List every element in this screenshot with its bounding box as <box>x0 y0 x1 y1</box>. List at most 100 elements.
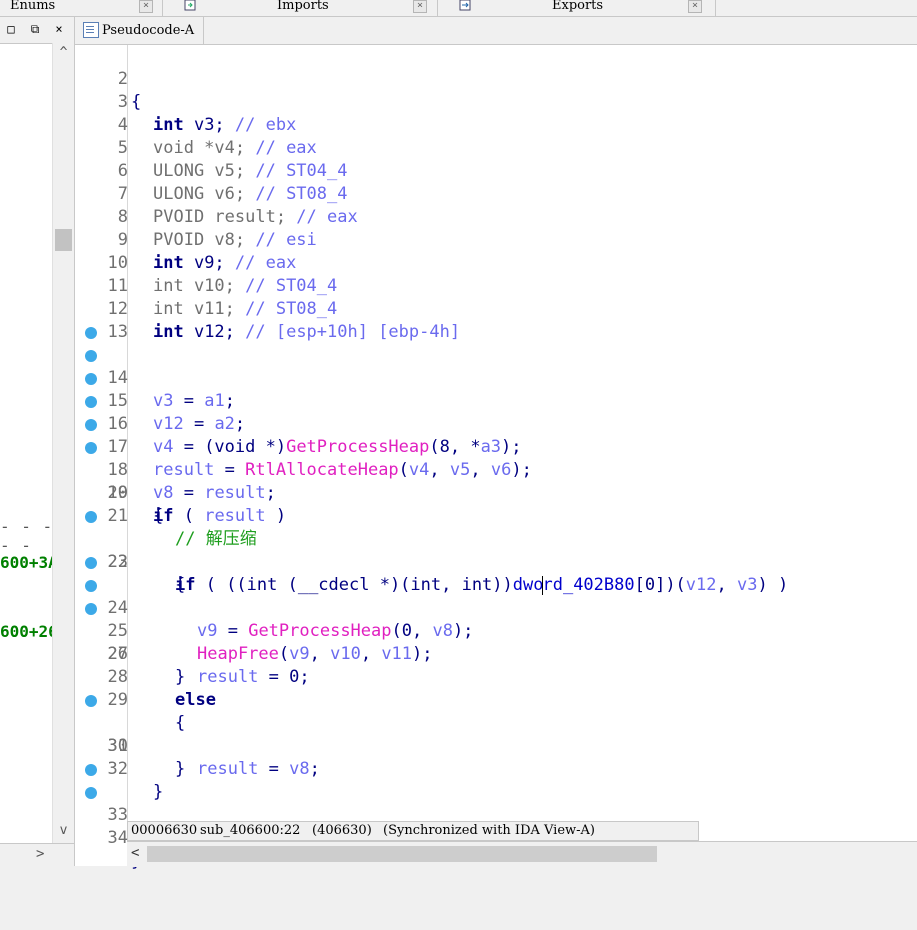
type-keyword: int <box>153 322 184 342</box>
status-location: sub_406600:22 <box>200 823 301 838</box>
breakpoint-marker[interactable] <box>85 442 97 454</box>
code-line[interactable]: 23 { <box>75 528 186 595</box>
code-line[interactable]: 9 int v9; // eax <box>75 206 297 273</box>
code-line[interactable]: 28 else <box>75 643 216 710</box>
code-line[interactable]: 4 void *v4; // eax <box>75 91 317 158</box>
code-text: void *v4; // eax <box>153 137 317 160</box>
breakpoint-marker[interactable] <box>85 695 97 707</box>
variable: v10 <box>330 644 361 664</box>
code-line[interactable]: 16 v4 = (void *)GetProcessHeap(8, *a3); <box>75 367 522 457</box>
punctuation: ; <box>265 483 276 503</box>
code-line[interactable]: 10 int v10; // ST04_4 <box>75 229 338 296</box>
breakpoint-marker[interactable] <box>85 511 97 523</box>
function-call: GetProcessHeap <box>248 621 392 641</box>
close-icon[interactable]: × <box>688 0 702 13</box>
code-line[interactable]: 2 { <box>75 45 142 112</box>
code-text: int v10; // ST04_4 <box>153 275 337 298</box>
restore-icon[interactable]: ⧉ <box>28 22 42 36</box>
declaration: v9; <box>183 253 235 273</box>
breakpoint-marker[interactable] <box>85 787 97 799</box>
code-line[interactable]: 31 } <box>75 712 186 779</box>
breakpoint-marker[interactable] <box>85 327 97 339</box>
status-bar: 00006630 sub_406600:22 (406630) (Synchro… <box>127 821 699 841</box>
code-line[interactable]: 33 return result; <box>75 758 296 848</box>
comment: // 解压缩 <box>175 529 257 549</box>
cast-expression: ( ((int (__cdecl *)(int, int)) <box>195 575 513 595</box>
comment: // ST04_4 <box>255 161 348 181</box>
horizontal-scrollbar[interactable]: < <box>127 841 917 867</box>
code-line[interactable]: 7 PVOID result; // eax <box>75 160 358 227</box>
code-line[interactable]: 34 } <box>75 781 141 871</box>
breakpoint-marker[interactable] <box>85 396 97 408</box>
code-line[interactable]: 24 v9 = GetProcessHeap(0, v8); <box>75 551 473 641</box>
code-text: int v9; // eax <box>153 252 296 275</box>
code-line[interactable]: 5 ULONG v5; // ST04_4 <box>75 114 348 181</box>
code-line[interactable]: 21 // 解压缩 <box>75 482 257 549</box>
punctuation: (0, <box>391 621 433 641</box>
code-line[interactable]: 14 v3 = a1; <box>75 321 235 411</box>
code-text: // 解压缩 <box>175 528 257 551</box>
maximize-icon[interactable]: □ <box>4 22 18 36</box>
scroll-down-icon[interactable]: v <box>53 821 74 841</box>
scroll-right-icon[interactable]: > <box>36 846 44 862</box>
code-line[interactable]: 30 result = v8; <box>75 689 320 779</box>
code-text: v9 = GetProcessHeap(0, v8); <box>197 620 473 643</box>
code-line[interactable]: 20 { <box>75 459 164 526</box>
code-view[interactable]: 2 { 3 int v3; // ebx 4 void *v4; // eax … <box>75 45 917 871</box>
code-line[interactable]: 29 { <box>75 666 186 733</box>
declaration: PVOID result; <box>153 207 297 227</box>
breakpoint-marker[interactable] <box>85 580 97 592</box>
horizontal-scrollbar[interactable]: > <box>0 843 74 867</box>
code-line[interactable]: 11 int v11; // ST08_4 <box>75 252 338 319</box>
top-tab-bar: Enums × Imports × Exports × <box>0 0 917 17</box>
brace: } <box>175 759 186 779</box>
code-line[interactable]: 26 result = 0; <box>75 597 310 687</box>
scroll-up-icon[interactable]: ^ <box>53 43 74 63</box>
code-line[interactable]: 22 if ( ((int (__cdecl *)(int, int))dwor… <box>75 505 788 595</box>
close-icon[interactable]: × <box>52 22 66 36</box>
variable: result <box>204 506 266 526</box>
breakpoint-marker[interactable] <box>85 350 97 362</box>
global-symbol[interactable]: dwo <box>513 575 544 595</box>
scroll-thumb[interactable] <box>147 846 657 862</box>
code-line[interactable]: 3 int v3; // ebx <box>75 68 297 135</box>
close-icon[interactable]: × <box>139 0 153 13</box>
global-symbol[interactable]: rd_402B80 <box>542 575 634 595</box>
declaration: int v10; <box>153 276 246 296</box>
code-line[interactable]: 12 int v12; // [esp+10h] [ebp-4h] <box>75 275 461 342</box>
tab-enums[interactable]: Enums <box>10 0 55 16</box>
code-line[interactable]: 15 v12 = a2; <box>75 344 245 434</box>
tab-divider <box>203 17 204 44</box>
code-line[interactable]: 8 PVOID v8; // esi <box>75 183 317 250</box>
close-icon[interactable]: × <box>413 0 427 13</box>
code-line[interactable]: 32 } <box>75 735 164 802</box>
breakpoint-marker[interactable] <box>85 419 97 431</box>
code-line[interactable]: 27 } <box>75 620 186 687</box>
punctuation: ); <box>452 621 474 641</box>
punctuation: , <box>470 460 491 480</box>
punctuation: [0])( <box>634 575 686 595</box>
breakpoint-marker[interactable] <box>85 764 97 776</box>
declaration: v12; <box>183 322 246 342</box>
scroll-left-icon[interactable]: < <box>131 845 139 861</box>
tab-pseudocode[interactable]: Pseudocode-A <box>102 23 194 38</box>
code-line[interactable]: 25 HeapFree(v9, v10, v11); <box>75 574 433 664</box>
tab-imports[interactable]: Imports <box>277 0 329 16</box>
tab-exports[interactable]: Exports <box>552 0 603 16</box>
code-line[interactable]: 17 result = RtlAllocateHeap(v4, v5, v6); <box>75 390 532 480</box>
scroll-thumb[interactable] <box>55 229 72 251</box>
code-text: int v3; // ebx <box>153 114 296 137</box>
breakpoint-marker[interactable] <box>85 603 97 615</box>
declaration: void *v4; <box>153 138 256 158</box>
declaration: ULONG v6; <box>153 184 256 204</box>
tab-divider <box>715 0 716 16</box>
code-line[interactable]: 13 <box>75 298 136 342</box>
vertical-scrollbar[interactable]: ^ v <box>52 43 74 843</box>
code-line[interactable]: 18 v8 = result; <box>75 413 276 503</box>
code-line[interactable]: 6 ULONG v6; // ST08_4 <box>75 137 348 204</box>
code-line[interactable]: 19 if ( result ) <box>75 436 286 526</box>
comment: // ST04_4 <box>245 276 338 296</box>
breakpoint-marker[interactable] <box>85 373 97 385</box>
breakpoint-marker[interactable] <box>85 557 97 569</box>
code-text: PVOID v8; // esi <box>153 229 317 252</box>
